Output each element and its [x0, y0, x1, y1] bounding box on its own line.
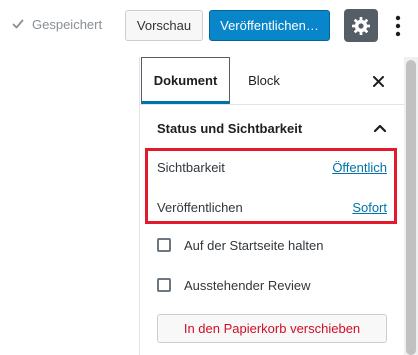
- saved-status-label: Gespeichert: [32, 16, 103, 32]
- tab-block-label: Block: [248, 73, 280, 88]
- settings-sidebar: Dokument Block Status und Sichtbarkeit S…: [139, 57, 405, 355]
- close-icon: [372, 75, 384, 87]
- editor-toolbar: Gespeichert Vorschau Veröffentlichen…: [0, 0, 418, 50]
- chevron-up-icon: [373, 124, 387, 133]
- settings-button[interactable]: [344, 9, 378, 42]
- publish-button[interactable]: Veröffentlichen…: [209, 10, 330, 41]
- publish-button-label: Veröffentlichen…: [220, 18, 319, 33]
- sidebar-tabs: Dokument Block: [140, 57, 405, 105]
- visibility-link[interactable]: Öffentlich: [332, 160, 387, 175]
- status-visibility-section-toggle[interactable]: Status und Sichtbarkeit: [140, 105, 405, 153]
- tab-block[interactable]: Block: [239, 57, 289, 104]
- visibility-label: Sichtbarkeit: [157, 160, 225, 175]
- saved-status: Gespeichert: [12, 14, 102, 34]
- close-sidebar-button[interactable]: [368, 71, 388, 91]
- pending-review-option[interactable]: Ausstehender Review: [157, 275, 310, 295]
- vertical-ellipsis-icon: [395, 15, 401, 37]
- sticky-front-page-option[interactable]: Auf der Startseite halten: [157, 235, 323, 255]
- sidebar-scrollbar-thumb[interactable]: [406, 60, 416, 355]
- tab-document[interactable]: Dokument: [141, 57, 230, 104]
- gear-icon: [352, 16, 370, 35]
- move-to-trash-label: In den Papierkorb verschieben: [183, 321, 361, 336]
- sticky-checkbox-label: Auf der Startseite halten: [184, 237, 324, 253]
- pending-review-checkbox-label: Ausstehender Review: [184, 277, 311, 293]
- preview-button[interactable]: Vorschau: [125, 10, 203, 41]
- publish-date-row: Veröffentlichen Sofort: [157, 198, 387, 218]
- tab-document-label: Dokument: [153, 73, 218, 88]
- check-icon: [12, 19, 24, 29]
- pending-review-checkbox[interactable]: [157, 278, 171, 292]
- publish-date-label: Veröffentlichen: [157, 200, 243, 215]
- editor-canvas: [0, 50, 139, 355]
- more-options-button[interactable]: [388, 11, 408, 41]
- publish-date-link[interactable]: Sofort: [352, 200, 387, 215]
- sticky-checkbox[interactable]: [157, 238, 171, 252]
- section-title: Status und Sichtbarkeit: [157, 121, 303, 136]
- visibility-row: Sichtbarkeit Öffentlich: [157, 158, 387, 178]
- move-to-trash-button[interactable]: In den Papierkorb verschieben: [157, 314, 387, 343]
- preview-button-label: Vorschau: [136, 18, 192, 33]
